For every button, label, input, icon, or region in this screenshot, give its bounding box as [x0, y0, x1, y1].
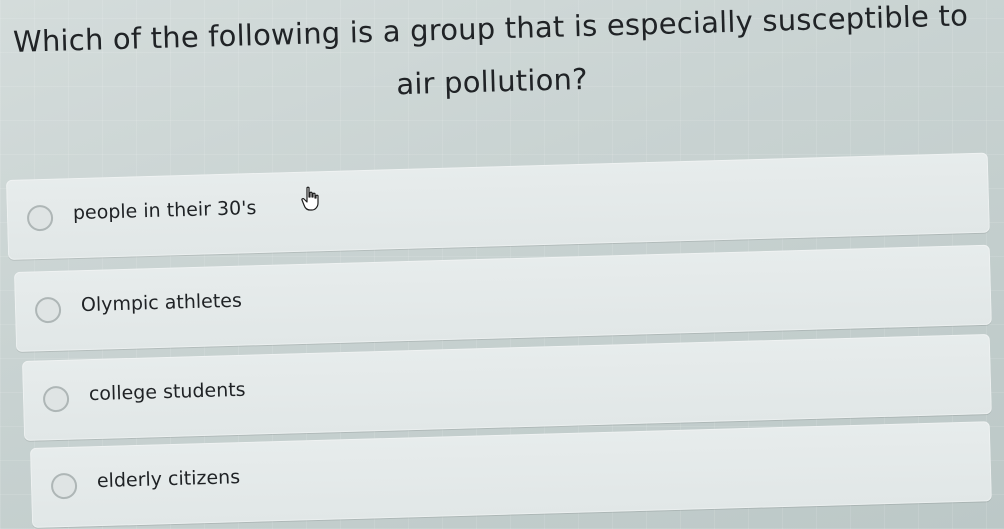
answer-option-label: college students	[88, 378, 246, 406]
answer-option-2[interactable]: Olympic athletes	[14, 244, 992, 352]
answer-option-label: people in their 30's	[72, 197, 257, 225]
hand-pointer-icon	[301, 186, 319, 211]
answer-option-1[interactable]: people in their 30's	[6, 152, 990, 260]
radio-button-icon[interactable]	[26, 204, 54, 232]
radio-button-icon[interactable]	[34, 296, 62, 324]
answer-options: people in their 30's Olympic athletes co…	[0, 0, 1004, 529]
answer-option-label: Olympic athletes	[80, 289, 243, 317]
answer-option-4[interactable]: elderly citizens	[30, 421, 992, 528]
answer-option-label: elderly citizens	[96, 466, 241, 493]
radio-button-icon[interactable]	[50, 472, 78, 500]
radio-button-icon[interactable]	[42, 385, 70, 413]
